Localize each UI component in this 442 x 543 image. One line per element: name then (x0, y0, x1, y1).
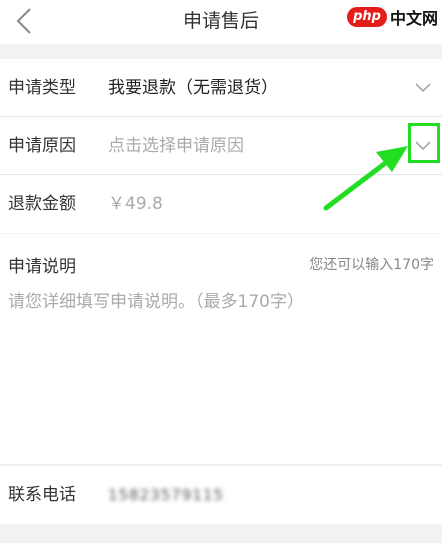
phone-row[interactable]: 联系电话 15823579115 (0, 466, 442, 524)
refund-amount-label: 退款金额 (8, 194, 76, 214)
annotation-arrow-icon (318, 130, 418, 220)
watermark-logo: php (347, 7, 387, 27)
apply-type-value: 我要退款（无需退货） (108, 78, 278, 98)
apply-type-row[interactable]: 申请类型 我要退款（无需退货） (0, 59, 442, 117)
description-label: 申请说明 (8, 257, 76, 277)
watermark: php 中文网 (347, 5, 438, 29)
description-char-counter: 您还可以输入170字 (309, 257, 434, 273)
chevron-down-icon[interactable] (414, 79, 432, 93)
phone-label: 联系电话 (8, 485, 76, 505)
apply-reason-label: 申请原因 (8, 136, 76, 156)
apply-reason-placeholder[interactable]: 点击选择申请原因 (108, 117, 244, 175)
watermark-text: 中文网 (389, 9, 438, 28)
form-card-phone: 联系电话 15823579115 (0, 466, 442, 524)
navigation-bar: 申请售后 php 中文网 (0, 0, 442, 44)
refund-amount-value: ￥49.8 (108, 194, 163, 214)
apply-type-label: 申请类型 (8, 78, 76, 98)
phone-value[interactable]: 15823579115 (108, 466, 224, 524)
description-textarea[interactable] (8, 287, 428, 447)
